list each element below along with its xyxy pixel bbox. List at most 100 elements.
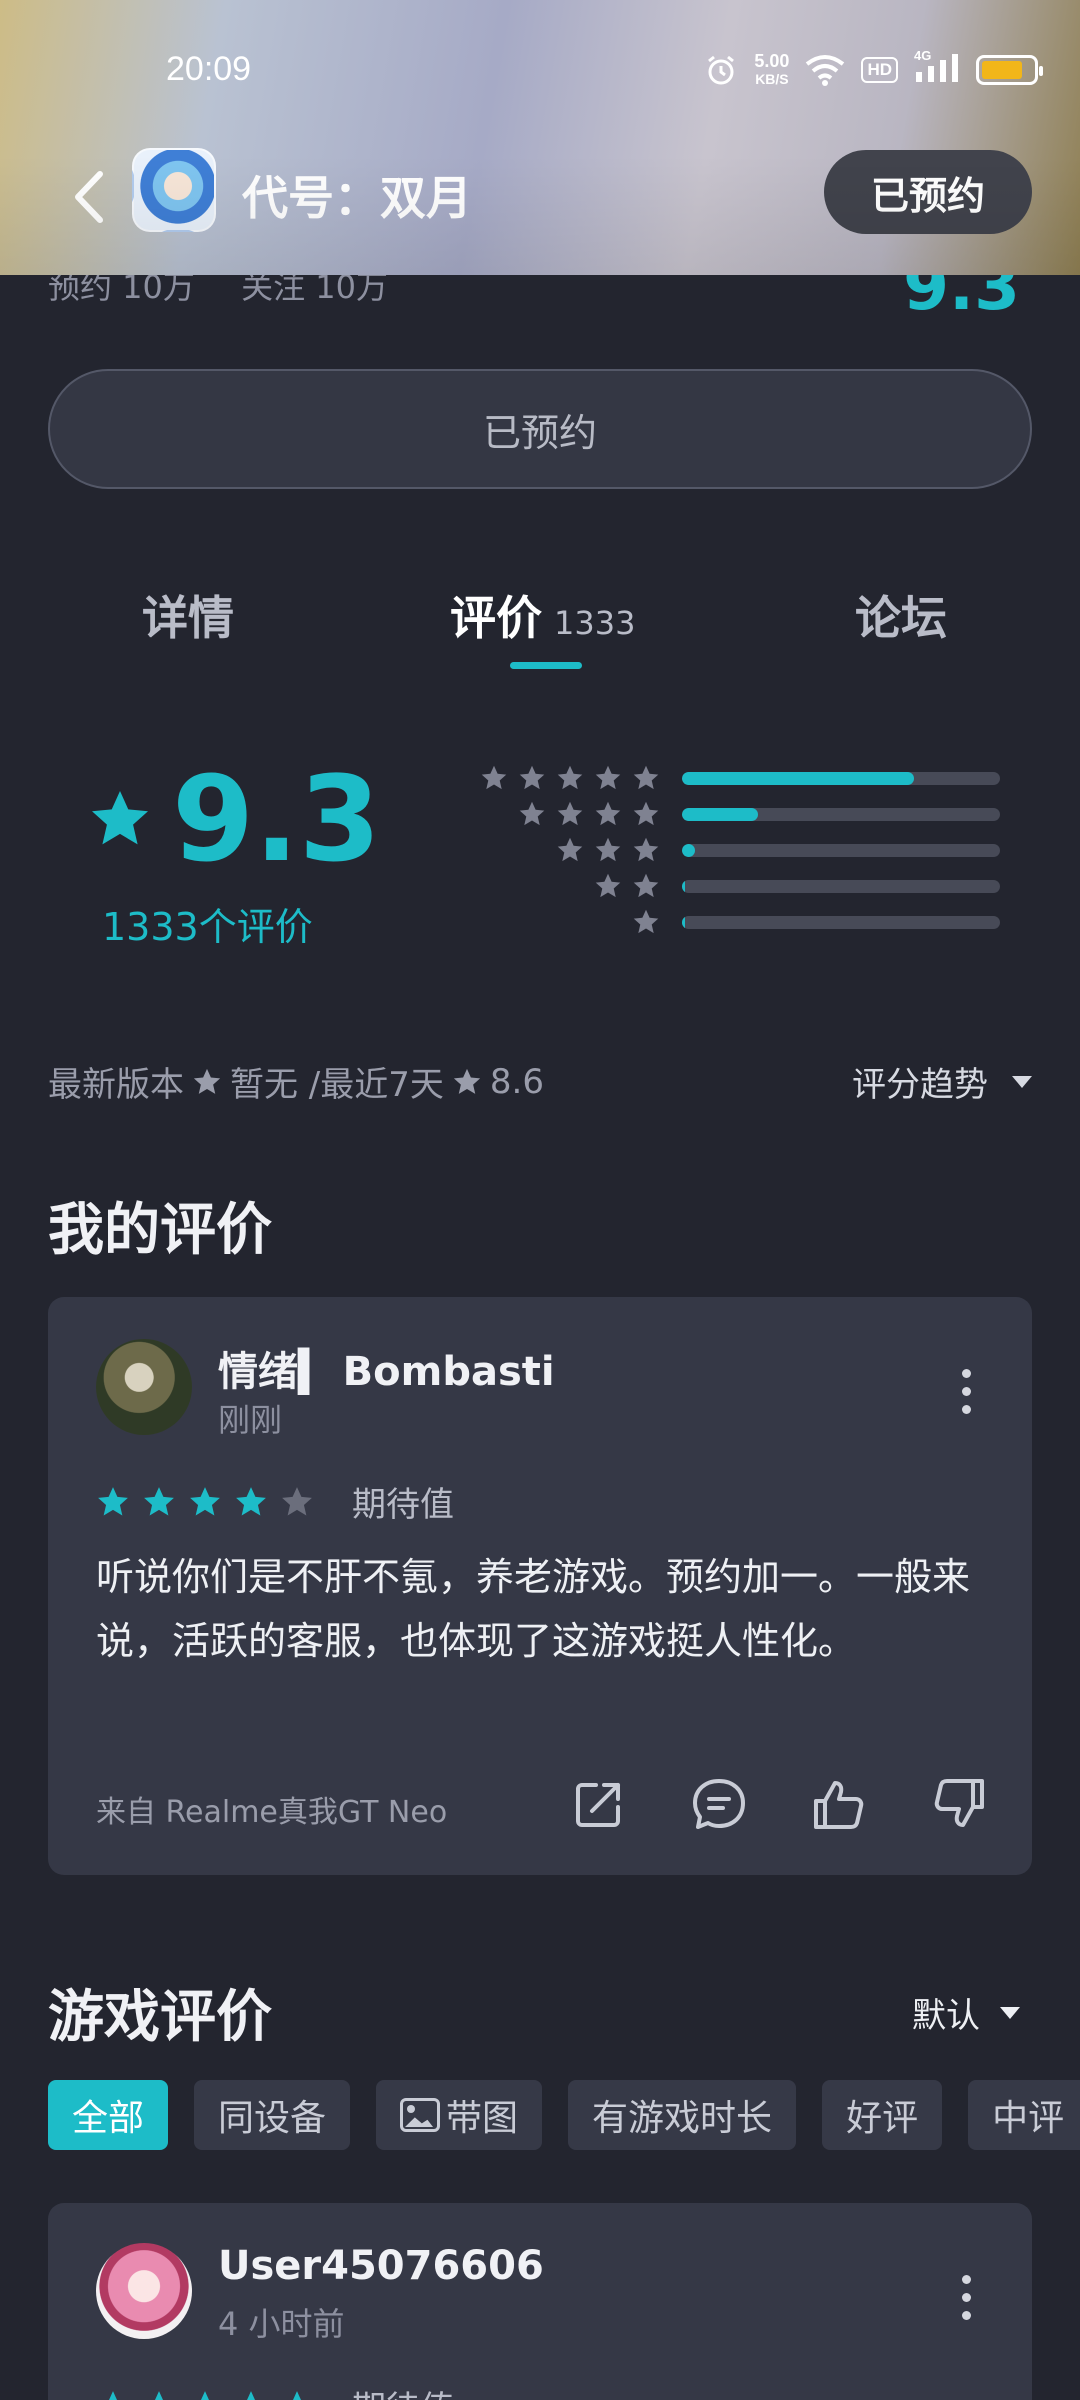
distribution-stars (632, 908, 660, 936)
distribution-stars (556, 836, 660, 864)
caret-down-icon (1000, 2006, 1020, 2019)
distribution-bar (682, 915, 1000, 929)
rating-score: 9.3 (88, 760, 381, 878)
star-icon (633, 909, 659, 934)
star-icon (633, 801, 659, 826)
distribution-bar-fill (682, 915, 686, 929)
my-review-title: 我的评价 (48, 1198, 272, 1263)
review-time: 4 小时前 (218, 2305, 345, 2343)
image-icon (400, 2098, 441, 2132)
nav-bar: 代号：双月 已预约 (0, 140, 1080, 270)
sort-label: 默认 (912, 1996, 980, 2036)
distribution-stars (594, 872, 660, 900)
filter-all[interactable]: 全部 (48, 2080, 169, 2150)
version-rating-row: 最新版本 暂无 /最近7天 8.6 评分趋势 (48, 1057, 1032, 1106)
star-icon (595, 765, 621, 790)
avatar[interactable] (96, 2243, 192, 2339)
rating-tag: 期待值 (352, 1485, 454, 1525)
recent-score: 8.6 (489, 1061, 544, 1102)
star-icon (481, 765, 507, 790)
star-icon (519, 765, 545, 790)
tab-label: 论坛 (855, 591, 947, 645)
speed-value: 5.00 (754, 51, 790, 71)
star-icon (557, 837, 583, 862)
tab-bar: 详情 评价 1333 论坛 (0, 570, 1080, 670)
distribution-row-4 (440, 796, 1000, 832)
star-icon (633, 837, 659, 862)
rating-distribution (440, 760, 1000, 940)
latest-version-label: 最新版本 (48, 1065, 184, 1105)
filter-with-image[interactable]: 带图 (376, 2080, 543, 2150)
star-icon (193, 1068, 221, 1094)
review-stars: 期待值 (96, 1477, 454, 1526)
distribution-bar (682, 843, 1000, 857)
star-icon (200, 2390, 210, 2400)
tab-forum[interactable]: 论坛 (855, 582, 947, 648)
star-icon (595, 873, 621, 898)
caret-down-icon (1012, 1075, 1032, 1088)
star-icon (190, 1486, 220, 1515)
distribution-stars (480, 764, 660, 792)
filter-playtime[interactable]: 有游戏时长 (568, 2080, 797, 2150)
more-options-icon[interactable] (960, 1369, 972, 1414)
network-type: 4G (914, 48, 932, 63)
user-name[interactable]: 情绪▍ Bombasti (218, 1339, 555, 1397)
star-icon (633, 765, 659, 790)
thumbs-down-icon[interactable] (930, 1775, 988, 1833)
rating-number: 9.3 (172, 750, 382, 888)
distribution-bar (682, 879, 1000, 893)
more-options-icon[interactable] (960, 2275, 972, 2320)
user-name[interactable]: User45076606 (218, 2243, 544, 2289)
review-actions (570, 1775, 988, 1833)
star-icon (282, 1486, 312, 1515)
distribution-row-2 (440, 868, 1000, 904)
comment-icon[interactable] (690, 1775, 748, 1833)
distribution-bar-fill (682, 807, 759, 821)
reserved-button[interactable]: 已预约 (824, 150, 1032, 234)
tab-label: 评价 (450, 591, 542, 645)
status-time: 20:09 (166, 50, 252, 88)
thumbs-up-icon[interactable] (810, 1775, 868, 1833)
review-text: 听说你们是不肝不氪，养老游戏。预约加一。一般来说，活跃的客服，也体现了这游戏挺人… (96, 1555, 971, 1663)
alarm-icon (708, 55, 735, 85)
network-speed: 5.00 KB/S (754, 52, 789, 88)
reserve-button[interactable]: 已预约 (48, 369, 1032, 489)
filter-same-device[interactable]: 同设备 (194, 2080, 351, 2150)
distribution-row-1 (440, 904, 1000, 940)
review-filters: 全部 同设备 带图 有游戏时长 好评 中评 (48, 2080, 1080, 2150)
share-icon[interactable] (570, 1775, 628, 1833)
chip-label: 带图 (446, 2098, 519, 2139)
latest-version-value: 暂无 /最近7天 (230, 1065, 444, 1105)
signal-icon: 4G (914, 48, 960, 88)
star-icon (519, 801, 545, 826)
filter-neutral[interactable]: 中评 (968, 2080, 1080, 2150)
trend-label: 评分趋势 (852, 1065, 988, 1105)
review-device: 来自 Realme真我GT Neo (96, 1795, 448, 1830)
tab-details[interactable]: 详情 (142, 582, 234, 648)
app-header: 20:09 5.00 KB/S HD 4G 代号：双月 已预约 (0, 0, 1080, 275)
star-icon (154, 2390, 164, 2400)
star-icon (595, 837, 621, 862)
speed-unit: KB/S (755, 71, 789, 87)
star-icon (595, 801, 621, 826)
rating-count: 1333个评价 (102, 905, 313, 949)
star-icon (92, 791, 148, 845)
tab-reviews[interactable]: 评价 1333 (450, 582, 635, 648)
distribution-row-5 (440, 760, 1000, 796)
app-icon (132, 148, 216, 232)
rating-tag: 期待值 (352, 2381, 454, 2400)
filter-positive[interactable]: 好评 (822, 2080, 943, 2150)
star-icon (108, 2390, 118, 2400)
chip-label: 全部 (72, 2098, 145, 2139)
star-icon (557, 801, 583, 826)
avatar[interactable] (96, 1339, 192, 1435)
review-card: User45076606 4 小时前 期待值 (48, 2203, 1032, 2400)
page-title: 代号：双月 (242, 171, 472, 225)
distribution-bar (682, 807, 1000, 821)
rating-trend-dropdown[interactable]: 评分趋势 (852, 1057, 1032, 1106)
sort-dropdown[interactable]: 默认 (912, 1988, 1020, 2037)
chip-label: 同设备 (218, 2098, 327, 2139)
my-review-card: 情绪▍ Bombasti 刚刚 期待值 听说你们是不肝不氪，养老游戏。预约加一。… (48, 1297, 1032, 1875)
back-arrow-icon[interactable] (62, 162, 112, 232)
star-icon (144, 1486, 174, 1515)
